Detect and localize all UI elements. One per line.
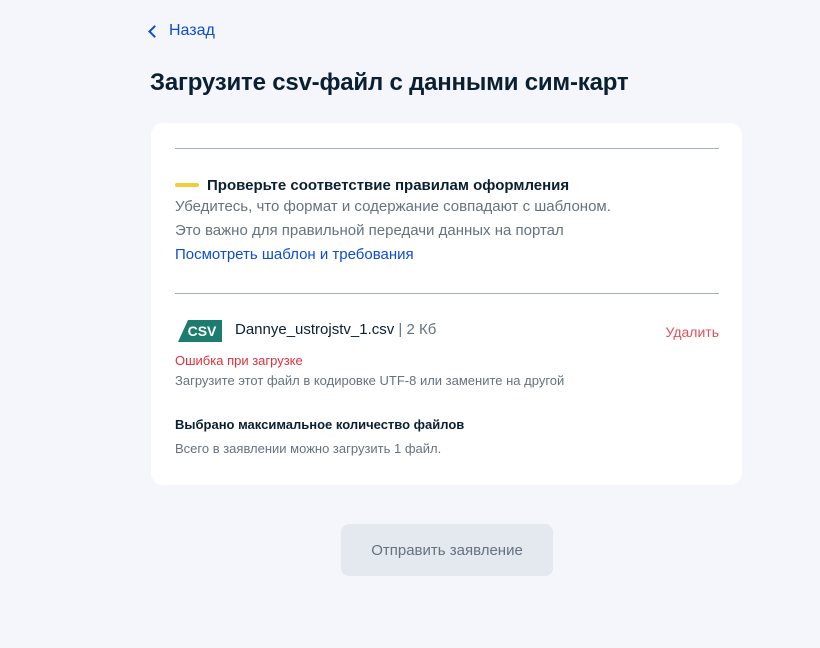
back-link-label: Назад (169, 22, 215, 39)
delete-file-button[interactable]: Удалить (666, 324, 719, 340)
upload-error-title: Ошибка при загрузке (175, 353, 303, 368)
csv-file-icon: CSV (178, 320, 222, 342)
divider-top (175, 148, 719, 149)
template-requirements-link[interactable]: Посмотреть шаблон и требования (175, 243, 414, 267)
format-notice: Проверьте соответствие правилам оформлен… (175, 175, 719, 267)
notice-title: Проверьте соответствие правилам оформлен… (207, 176, 570, 194)
notice-line-2: Это важно для правильной передачи данных… (175, 222, 564, 239)
notice-accent-bar (175, 183, 199, 187)
file-separator: | (398, 321, 403, 338)
file-name: Dannye_ustrojstv_1.csv (235, 321, 395, 338)
file-limit-text: Всего в заявлении можно загрузить 1 файл… (175, 441, 442, 456)
notice-title-row: Проверьте соответствие правилам оформлен… (175, 175, 719, 195)
page-title: Загрузите csv-файл с данными сим-карт (150, 69, 629, 96)
submit-application-button[interactable]: Отправить заявление (341, 524, 553, 576)
upload-error-text: Загрузите этот файл в кодировке UTF-8 ил… (175, 373, 565, 388)
upload-card: Проверьте соответствие правилам оформлен… (151, 123, 742, 485)
notice-line-1: Убедитесь, что формат и содержание совпа… (175, 198, 611, 215)
uploaded-file-row: CSV Dannye_ustrojstv_1.csv | 2 Кб Удалит… (175, 317, 719, 345)
chevron-left-icon (148, 25, 161, 38)
divider-middle (175, 293, 719, 294)
file-size: 2 Кб (406, 321, 437, 338)
file-info: Dannye_ustrojstv_1.csv | 2 Кб (235, 321, 436, 338)
file-limit-title: Выбрано максимальное количество файлов (175, 417, 465, 432)
back-link[interactable]: Назад (148, 21, 215, 41)
